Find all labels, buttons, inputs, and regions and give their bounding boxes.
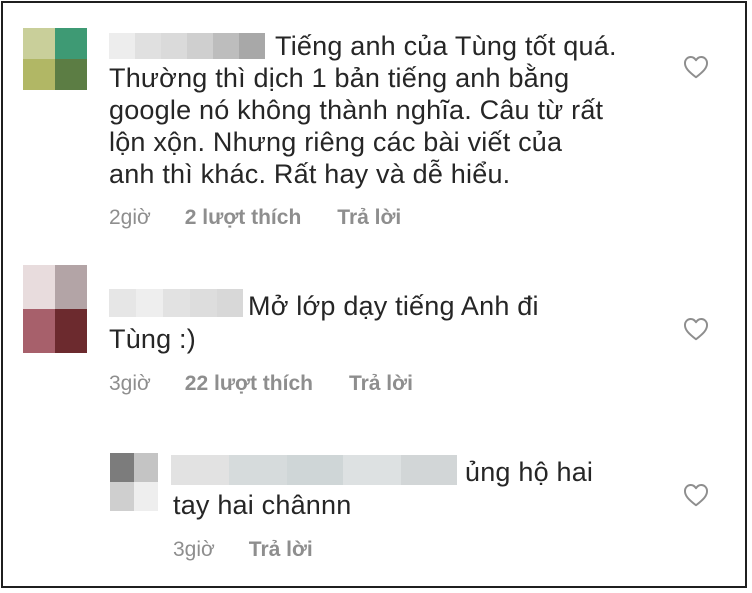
comment-text: google nó không thành nghĩa. Câu từ rất [109, 95, 604, 125]
comment-time[interactable]: 3giờ [173, 538, 215, 562]
avatar-pixel [55, 59, 87, 90]
avatar-pixel [55, 28, 87, 59]
avatar-pixel [23, 265, 55, 309]
comment-text: anh thì khác. Rất hay và dễ hiểu. [109, 159, 511, 189]
comment-text: Tùng :) [109, 324, 196, 354]
comment-meta: 2giờ 2 lượt thích Trả lời [109, 206, 401, 230]
comment-meta: 3giờ Trả lời [173, 538, 313, 562]
comment-time[interactable]: 2giờ [109, 206, 151, 230]
blurred-username[interactable] [109, 289, 243, 317]
comment-text: Mở lớp dạy tiếng Anh đi [248, 291, 539, 321]
avatar[interactable] [23, 28, 87, 90]
comment-meta: 3giờ 22 lượt thích Trả lời [109, 372, 413, 396]
avatar-pixel [23, 309, 55, 353]
avatar-pixel [134, 482, 158, 511]
avatar-pixel [110, 482, 134, 511]
avatar-pixel [110, 453, 134, 482]
avatar-pixel [134, 453, 158, 482]
likes-count[interactable]: 22 lượt thích [185, 372, 313, 396]
reply-button[interactable]: Trả lời [249, 538, 313, 562]
comment-time[interactable]: 3giờ [109, 372, 151, 396]
comment-text: ủng hộ hai [465, 457, 594, 487]
heart-outline-icon[interactable] [683, 483, 709, 507]
blurred-username[interactable] [171, 455, 457, 485]
comment-text: tay hai chânnn [173, 490, 352, 520]
avatar-pixel [55, 309, 87, 353]
avatar-pixel [23, 28, 55, 59]
avatar[interactable] [23, 265, 87, 353]
reply-button[interactable]: Trả lời [337, 206, 401, 230]
comment-text: lộn xộn. Nhưng riêng các bài viết của [109, 127, 563, 157]
heart-outline-icon[interactable] [683, 55, 709, 79]
avatar-pixel [23, 59, 55, 90]
reply-button[interactable]: Trả lời [349, 372, 413, 396]
comment-text: Thường thì dịch 1 bản tiếng anh bằng [109, 63, 570, 93]
avatar-pixel [55, 265, 87, 309]
likes-count[interactable]: 2 lượt thích [185, 206, 301, 230]
comments-panel: Tiếng anh của Tùng tốt quá. Thường thì d… [1, 1, 747, 588]
avatar[interactable] [110, 453, 158, 511]
heart-outline-icon[interactable] [683, 317, 709, 341]
comment-text: Tiếng anh của Tùng tốt quá. [275, 31, 617, 61]
blurred-username[interactable] [109, 33, 265, 59]
